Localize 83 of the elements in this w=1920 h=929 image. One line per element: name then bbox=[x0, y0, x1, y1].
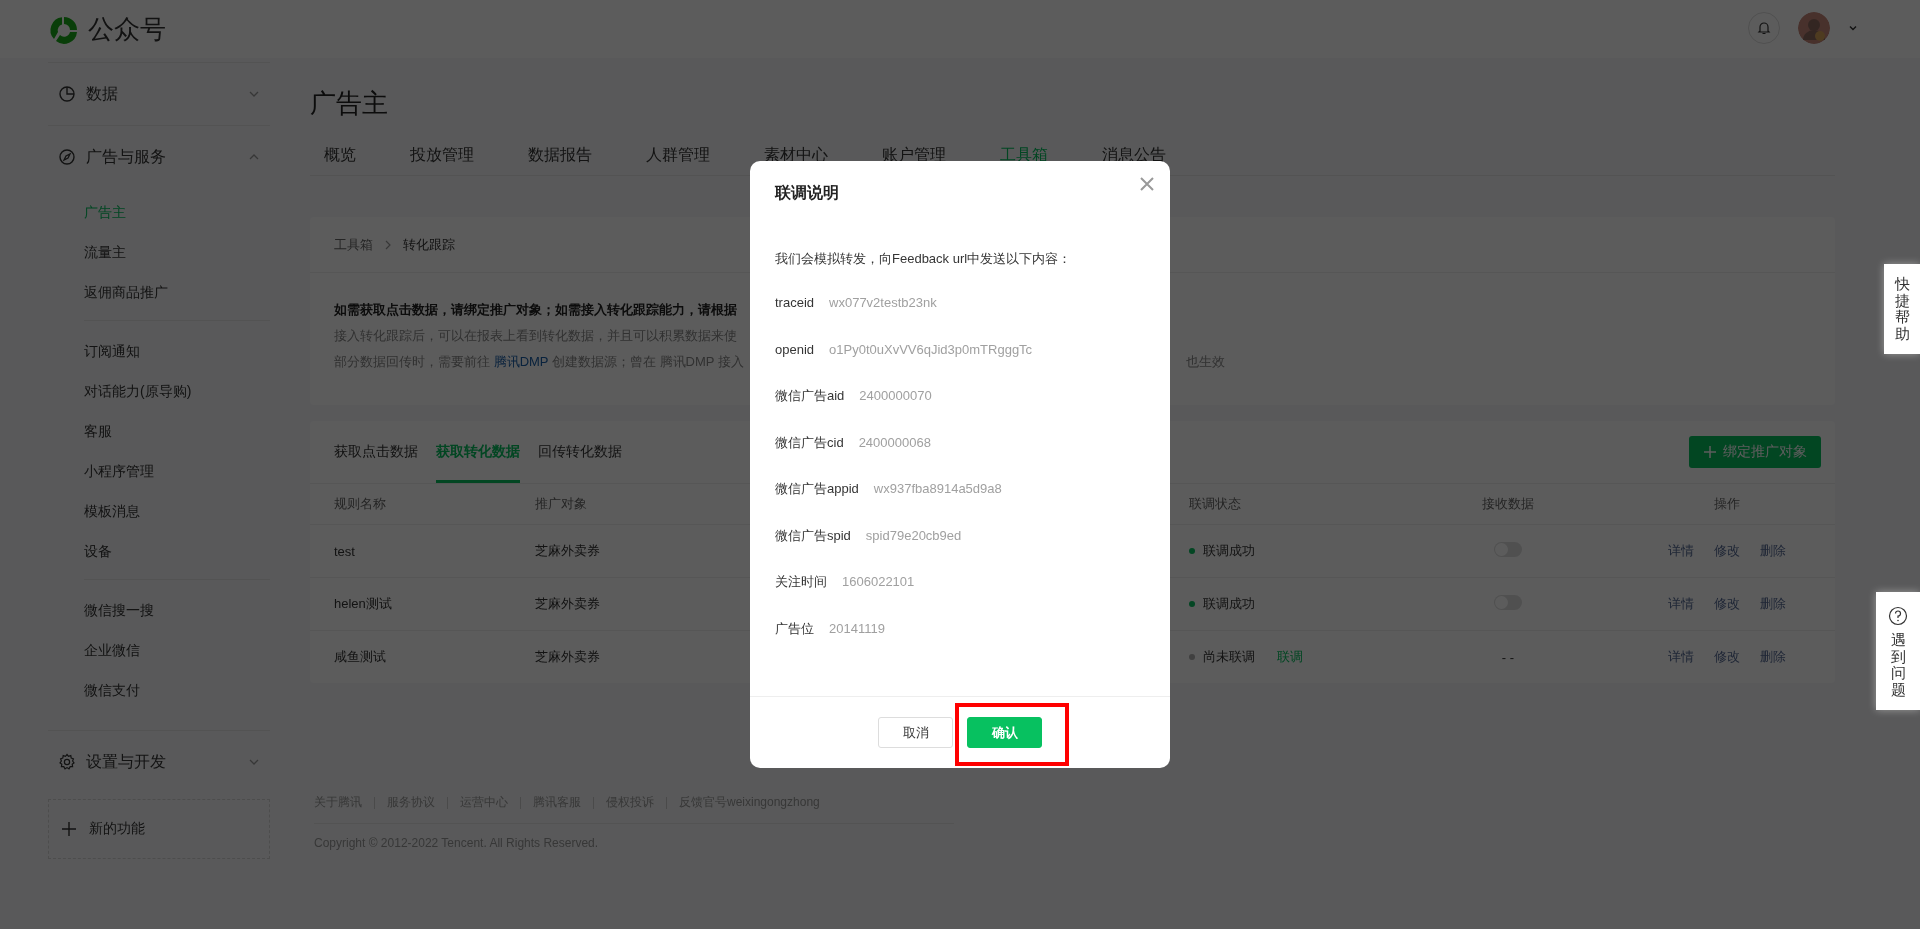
field-label: 广告位 bbox=[775, 619, 814, 638]
sidebar-item[interactable]: 微信搜一搜 bbox=[84, 590, 270, 630]
dialog-title: 联调说明 bbox=[775, 183, 839, 203]
field-label: 微信广告aid bbox=[775, 387, 845, 405]
field-value: 1606022101 bbox=[842, 573, 915, 591]
field-value: 2400000068 bbox=[858, 433, 931, 452]
page-title: 广告主 bbox=[310, 87, 389, 120]
sidebar-item[interactable]: 小程序管理 bbox=[84, 451, 270, 491]
sidebar-section[interactable]: 数据 bbox=[48, 63, 270, 125]
confirm-button[interactable]: 确认 bbox=[967, 717, 1042, 748]
table-cell: - - bbox=[1501, 649, 1515, 665]
table-cell: 咸鱼测试 bbox=[334, 649, 386, 664]
sidebar-section[interactable]: 广告与服务 bbox=[48, 126, 270, 188]
action-link[interactable]: 删除 bbox=[1760, 595, 1786, 613]
debug-link[interactable]: 联调 bbox=[1277, 648, 1303, 666]
pie-chart-icon bbox=[58, 85, 76, 103]
sidebar-item[interactable]: 对话能力(原导购) bbox=[84, 371, 270, 411]
action-link[interactable]: 删除 bbox=[1760, 648, 1786, 666]
avatar[interactable] bbox=[1798, 12, 1830, 44]
field-label: openid bbox=[775, 340, 815, 359]
plus-icon bbox=[61, 821, 77, 837]
cancel-button[interactable]: 取消 bbox=[878, 717, 953, 748]
tab[interactable]: 人群管理 bbox=[646, 144, 710, 175]
dmp-link[interactable]: 腾讯DMP bbox=[493, 354, 549, 369]
sidebar-item[interactable]: 流量主 bbox=[84, 232, 270, 272]
action-link[interactable]: 修改 bbox=[1714, 595, 1740, 613]
table-cell: 芝麻外卖券 bbox=[535, 649, 600, 664]
notification-button[interactable] bbox=[1748, 12, 1780, 44]
side-tab[interactable]: 遇到问题 bbox=[1876, 592, 1920, 710]
tab[interactable]: 获取点击数据 bbox=[334, 421, 418, 483]
field-value: wx937fba8914a5d9a8 bbox=[873, 480, 1002, 498]
table-cell: test bbox=[334, 543, 355, 559]
tab[interactable]: 投放管理 bbox=[410, 144, 474, 175]
chevron-right-icon bbox=[383, 239, 393, 250]
table-cell: 芝麻外卖券 bbox=[535, 596, 600, 611]
side-tab[interactable]: 快捷帮助 bbox=[1884, 264, 1920, 354]
status-text: 联调成功 bbox=[1203, 542, 1255, 560]
action-link[interactable]: 详情 bbox=[1668, 542, 1694, 560]
table-cell: helen测试 bbox=[334, 596, 392, 611]
sidebar-item[interactable]: 微信支付 bbox=[84, 670, 270, 710]
action-link[interactable]: 修改 bbox=[1714, 542, 1740, 560]
tab[interactable]: 获取转化数据 bbox=[436, 421, 520, 483]
breadcrumb-item: 转化跟踪 bbox=[403, 235, 455, 254]
compass-icon bbox=[58, 148, 76, 166]
tab[interactable]: 数据报告 bbox=[528, 144, 592, 175]
sidebar-item[interactable]: 返佣商品推广 bbox=[84, 272, 270, 312]
dialog-text: 我们会模拟转发，向Feedback url中发送以下内容： bbox=[775, 250, 1073, 268]
field-value: 2400000070 bbox=[859, 387, 932, 405]
caret-icon[interactable] bbox=[1848, 23, 1858, 33]
field-label: 微信广告spid bbox=[775, 526, 851, 545]
sidebar-section[interactable]: 设置与开发 bbox=[48, 731, 270, 793]
sidebar-item[interactable]: 客服 bbox=[84, 411, 270, 451]
field-label: 微信广告appid bbox=[775, 480, 859, 498]
action-link[interactable]: 详情 bbox=[1668, 648, 1694, 666]
settings-icon bbox=[58, 753, 76, 771]
field-value: spid79e20cb9ed bbox=[865, 526, 962, 545]
bind-target-button[interactable]: 绑定推广对象 bbox=[1689, 436, 1821, 468]
field-value: 20141119 bbox=[829, 619, 885, 638]
field-label: 关注时间 bbox=[775, 573, 827, 591]
sidebar-item[interactable]: 模板消息 bbox=[84, 491, 270, 531]
field-label: 微信广告cid bbox=[775, 433, 844, 452]
new-feature-button[interactable]: 新的功能 bbox=[48, 799, 270, 859]
sidebar-item[interactable]: 企业微信 bbox=[84, 630, 270, 670]
action-link[interactable]: 修改 bbox=[1714, 648, 1740, 666]
status-text: 尚未联调 bbox=[1203, 648, 1255, 666]
table-cell: 芝麻外卖券 bbox=[535, 543, 600, 558]
bell-icon bbox=[1756, 20, 1772, 36]
plus-icon bbox=[1703, 445, 1717, 459]
action-link[interactable]: 删除 bbox=[1760, 542, 1786, 560]
sidebar-item[interactable]: 广告主 bbox=[84, 192, 270, 232]
question-icon bbox=[1888, 606, 1908, 626]
field-value: o1Py0t0uXvVV6qJid3p0mTRgggTc bbox=[829, 340, 1033, 359]
sidebar-item[interactable]: 订阅通知 bbox=[84, 331, 270, 371]
field-label: traceid bbox=[775, 294, 815, 312]
logo-text: 公众号 bbox=[88, 13, 166, 46]
tab[interactable]: 回传转化数据 bbox=[538, 421, 622, 483]
field-value: wx077v2testb23nk bbox=[829, 294, 937, 312]
action-link[interactable]: 详情 bbox=[1668, 595, 1694, 613]
sidebar-item[interactable]: 设备 bbox=[84, 531, 270, 571]
tab[interactable]: 账户管理 bbox=[882, 144, 946, 175]
tab[interactable]: 概览 bbox=[324, 144, 356, 175]
status-text: 联调成功 bbox=[1203, 595, 1255, 613]
info-headline: 如需获取点击数据，请绑定推广对象；如需接入转化跟踪能力，请根据 bbox=[334, 302, 737, 317]
